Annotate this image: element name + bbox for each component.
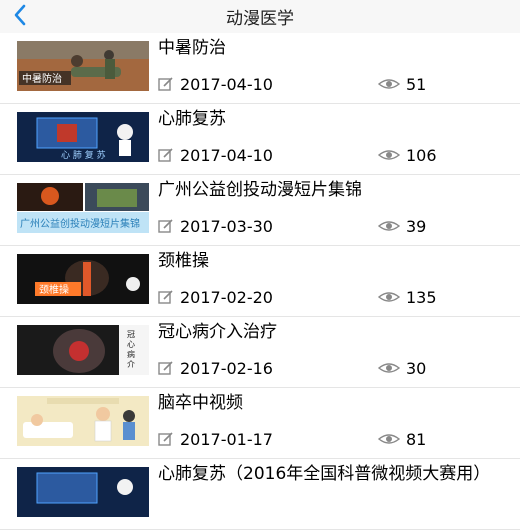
eye-icon bbox=[378, 221, 400, 231]
video-thumbnail bbox=[17, 396, 149, 446]
video-thumbnail: 广州公益创投动漫短片集锦 bbox=[17, 183, 149, 233]
video-thumbnail: 冠 心 病 介 bbox=[17, 325, 149, 375]
video-thumbnail: 中暑防治 bbox=[17, 41, 149, 91]
publish-date: 2017-02-20 bbox=[158, 287, 273, 307]
publish-date: 2017-02-16 bbox=[158, 358, 273, 378]
edit-icon bbox=[158, 432, 173, 446]
views-text: 135 bbox=[406, 287, 437, 307]
date-text: 2017-03-30 bbox=[180, 216, 273, 236]
date-text: 2017-02-20 bbox=[180, 287, 273, 307]
publish-date: 2017-04-10 bbox=[158, 74, 273, 94]
item-title: 脑卒中视频 bbox=[158, 393, 243, 413]
eye-icon bbox=[378, 150, 400, 160]
video-thumbnail: 颈椎操 bbox=[17, 254, 149, 304]
date-text: 2017-01-17 bbox=[180, 429, 273, 449]
page-title: 动漫医学 bbox=[226, 9, 294, 29]
item-title: 颈椎操 bbox=[158, 251, 209, 271]
date-text: 2017-04-10 bbox=[180, 145, 273, 165]
item-title: 心肺复苏 bbox=[158, 109, 226, 129]
view-count: 81 bbox=[378, 429, 426, 449]
view-count: 135 bbox=[378, 287, 437, 307]
list-item[interactable]: 广州公益创投动漫短片集锦 广州公益创投动漫短片集锦 2017-03-30 39 bbox=[0, 175, 520, 246]
eye-icon bbox=[378, 434, 400, 444]
date-text: 2017-04-10 bbox=[180, 74, 273, 94]
list-item[interactable]: 脑卒中视频 2017-01-17 81 bbox=[0, 388, 520, 459]
app-header: 动漫医学 bbox=[0, 0, 520, 34]
edit-icon bbox=[158, 77, 173, 91]
view-count: 39 bbox=[378, 216, 426, 236]
eye-icon bbox=[378, 79, 400, 89]
svg-text:冠: 冠 bbox=[127, 330, 135, 339]
svg-text:颈椎操: 颈椎操 bbox=[39, 283, 69, 296]
list-item[interactable]: 颈椎操 颈椎操 2017-02-20 135 bbox=[0, 246, 520, 317]
video-thumbnail: 心 肺 复 苏 bbox=[17, 112, 149, 162]
views-text: 39 bbox=[406, 216, 427, 236]
video-thumbnail bbox=[17, 467, 149, 517]
svg-text:心: 心 bbox=[127, 340, 135, 349]
view-count: 30 bbox=[378, 358, 426, 378]
list-item[interactable]: 心 肺 复 苏 心肺复苏 2017-04-10 106 bbox=[0, 104, 520, 175]
view-count: 106 bbox=[378, 145, 437, 165]
views-text: 30 bbox=[406, 358, 427, 378]
item-title: 中暑防治 bbox=[158, 38, 226, 58]
svg-text:心 肺 复 苏: 心 肺 复 苏 bbox=[61, 149, 106, 161]
views-text: 81 bbox=[406, 429, 427, 449]
item-title: 心肺复苏（2016年全国科普微视频大赛用） bbox=[158, 464, 491, 484]
publish-date: 2017-03-30 bbox=[158, 216, 273, 236]
list-item[interactable]: 中暑防治 中暑防治 2017-04-10 51 bbox=[0, 33, 520, 104]
publish-date: 2017-01-17 bbox=[158, 429, 273, 449]
svg-text:中暑防治: 中暑防治 bbox=[22, 72, 62, 85]
svg-text:介: 介 bbox=[127, 360, 135, 369]
views-text: 106 bbox=[406, 145, 437, 165]
edit-icon bbox=[158, 361, 173, 375]
svg-text:病: 病 bbox=[127, 349, 135, 359]
date-text: 2017-02-16 bbox=[180, 358, 273, 378]
publish-date: 2017-04-10 bbox=[158, 145, 273, 165]
item-title: 广州公益创投动漫短片集锦 bbox=[158, 180, 362, 200]
view-count: 51 bbox=[378, 74, 426, 94]
edit-icon bbox=[158, 290, 173, 304]
list-item[interactable]: 心肺复苏（2016年全国科普微视频大赛用） bbox=[0, 459, 520, 530]
edit-icon bbox=[158, 219, 173, 233]
item-title: 冠心病介入治疗 bbox=[158, 322, 277, 342]
list-item[interactable]: 冠 心 病 介 冠心病介入治疗 2017-02-16 30 bbox=[0, 317, 520, 388]
views-text: 51 bbox=[406, 74, 427, 94]
eye-icon bbox=[378, 363, 400, 373]
eye-icon bbox=[378, 292, 400, 302]
video-list: 中暑防治 中暑防治 2017-04-10 51 心 肺 复 苏 心肺复苏 201… bbox=[0, 33, 520, 530]
edit-icon bbox=[158, 148, 173, 162]
svg-text:广州公益创投动漫短片集锦: 广州公益创投动漫短片集锦 bbox=[20, 217, 140, 230]
